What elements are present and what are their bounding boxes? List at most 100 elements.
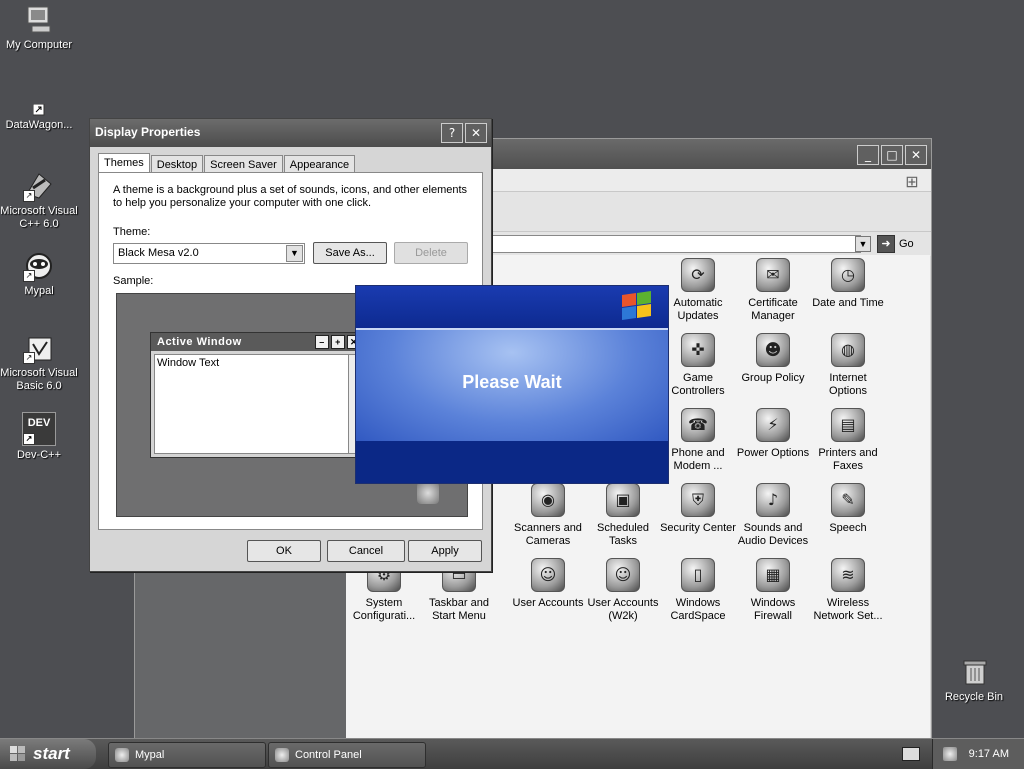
desktop-icon-datawagon[interactable]: DataWagon... [0,103,78,132]
control-panel-item[interactable]: ▯ Windows CardSpace [659,558,737,623]
control-panel-item-label: Power Options [736,447,810,459]
control-panel-item[interactable]: ▤ Printers and Faxes [809,408,887,473]
cancel-button[interactable]: Cancel [327,540,405,562]
control-panel-item[interactable]: ≋ Wireless Network Set... [809,558,887,623]
shortcut-icon [32,103,45,116]
taskbar-button-control-panel[interactable]: Control Panel [268,742,426,768]
control-panel-item-label: Speech [829,522,867,534]
desktop-icon-label: Microsoft Visual C++ 6.0 [0,205,78,230]
help-button[interactable]: ? [441,123,463,143]
desktop-icon-dev-cpp[interactable]: DEV ↗ Dev-C++ [0,412,78,462]
dialog-title: Display Properties [95,125,201,139]
network-icon[interactable] [943,747,957,761]
users-key-icon: ☺ [606,558,640,592]
control-panel-item[interactable]: ▣ Scheduled Tasks [584,483,662,548]
control-panel-item-label: Windows CardSpace [670,597,726,622]
desktop-icon-visual-cpp[interactable]: ↗ Microsoft Visual C++ 6.0 [0,170,78,231]
printer-icon: ▤ [831,408,865,442]
firewall-icon: ▦ [756,558,790,592]
address-dropdown-button[interactable]: ▼ [855,236,871,252]
close-button[interactable]: ✕ [465,123,487,143]
control-panel-item-label: Game Controllers [671,372,725,397]
folder-clock-icon: ▣ [606,483,640,517]
maximize-button[interactable]: □ [881,145,903,165]
desktop-icon-label: Recycle Bin [944,691,1004,703]
control-panel-item[interactable]: ☎ Phone and Modem ... [659,408,737,473]
keyboard-icon[interactable] [902,747,920,761]
chevron-down-icon[interactable]: ▼ [286,245,303,262]
control-panel-item[interactable]: ✉ Certificate Manager [734,258,812,323]
group-policy-icon: ☻ [756,333,790,367]
taskbar-button-label: Control Panel [295,749,362,761]
desktop-icon-mypal[interactable]: ↗ Mypal [0,250,78,298]
control-panel-item-label: Certificate Manager [748,297,798,322]
control-panel-item-label: Internet Options [829,372,867,397]
shortcut-arrow-icon: ↗ [23,270,35,282]
recycle-bin-icon [958,656,990,688]
control-panel-item-label: Phone and Modem ... [671,447,725,472]
wait-top-band [356,286,668,328]
scanner-icon: ◉ [531,483,565,517]
themes-description: A theme is a background plus a set of so… [113,184,468,209]
theme-select[interactable]: Black Mesa v2.0 ▼ [113,243,305,264]
sample-recycle-bin-icon [417,482,439,504]
go-button[interactable]: ➜ Go [877,235,914,253]
control-panel-item-label: User Accounts [512,597,584,609]
control-panel-item-label: Automatic Updates [673,297,723,322]
sample-window-body: Window Text [154,354,349,454]
control-panel-item[interactable]: ☺ User Accounts [509,558,587,610]
control-panel-item[interactable]: ⟳ Automatic Updates [659,258,737,323]
desktop-icon-recycle-bin[interactable]: Recycle Bin [935,656,1013,704]
control-panel-item-label: Taskbar and Start Menu [429,597,489,622]
shortcut-arrow-icon: ↗ [23,190,35,202]
shortcut-arrow-icon: ↗ [23,352,35,364]
save-as-button[interactable]: Save As... [313,242,387,264]
control-panel-item-label: Scheduled Tasks [597,522,649,547]
visual-cpp-icon: ↗ [23,170,55,202]
taskbar-clock[interactable]: 9:17 AM [969,739,1009,769]
control-panel-item-label: Windows Firewall [750,597,796,622]
close-button[interactable]: ✕ [905,145,927,165]
desktop-icon-my-computer[interactable]: My Computer [0,4,78,52]
mypal-icon: ↗ [23,250,55,282]
automatic-updates-icon: ⟳ [681,258,715,292]
taskbar-button-mypal[interactable]: Mypal [108,742,266,768]
desktop-icon-visual-basic[interactable]: ↗ Microsoft Visual Basic 6.0 [0,332,78,393]
certificate-icon: ✉ [756,258,790,292]
go-label: Go [899,238,914,250]
mypal-icon [115,748,129,762]
control-panel-item[interactable]: ✎ Speech [809,483,887,535]
sample-window-title: Active Window [157,336,242,348]
control-panel-item[interactable]: ◍ Internet Options [809,333,887,398]
control-panel-item-label: Security Center [660,522,736,534]
control-panel-item[interactable]: ◉ Scanners and Cameras [509,483,587,548]
control-panel-item-label: Scanners and Cameras [514,522,582,547]
speech-icon: ✎ [831,483,865,517]
ok-button[interactable]: OK [247,540,321,562]
control-panel-item[interactable]: ☺ User Accounts (W2k) [584,558,662,623]
clock-icon: ◷ [831,258,865,292]
dev-cpp-icon-text: DEV [27,417,51,429]
start-button[interactable]: start [0,739,96,769]
shortcut-arrow-icon: ↗ [23,433,35,445]
maximize-icon: + [331,335,345,349]
control-panel-item[interactable]: ◷ Date and Time [809,258,887,310]
shield-icon: ⛨ [681,483,715,517]
control-panel-item[interactable]: ✜ Game Controllers [659,333,737,398]
control-panel-item-label: Printers and Faxes [818,447,878,472]
windows-flag-icon [10,746,25,761]
control-panel-item-label: Date and Time [812,297,884,309]
control-panel-item[interactable]: ⚡ Power Options [734,408,812,460]
control-panel-item[interactable]: ♪ Sounds and Audio Devices [734,483,812,548]
dialog-titlebar[interactable]: Display Properties ? ✕ [90,119,491,147]
delete-button: Delete [394,242,468,264]
control-panel-item[interactable]: ⛨ Security Center [659,483,737,535]
globe-icon: ◍ [831,333,865,367]
apply-button[interactable]: Apply [408,540,482,562]
minimize-button[interactable]: _ [857,145,879,165]
sample-window-titlebar: Active Window – + ✕ [151,333,363,351]
control-panel-item[interactable]: ☻ Group Policy [734,333,812,385]
control-panel-item[interactable]: ▦ Windows Firewall [734,558,812,623]
desktop-icon-label: Dev-C++ [16,449,62,461]
sample-window-text: Window Text [157,357,220,369]
